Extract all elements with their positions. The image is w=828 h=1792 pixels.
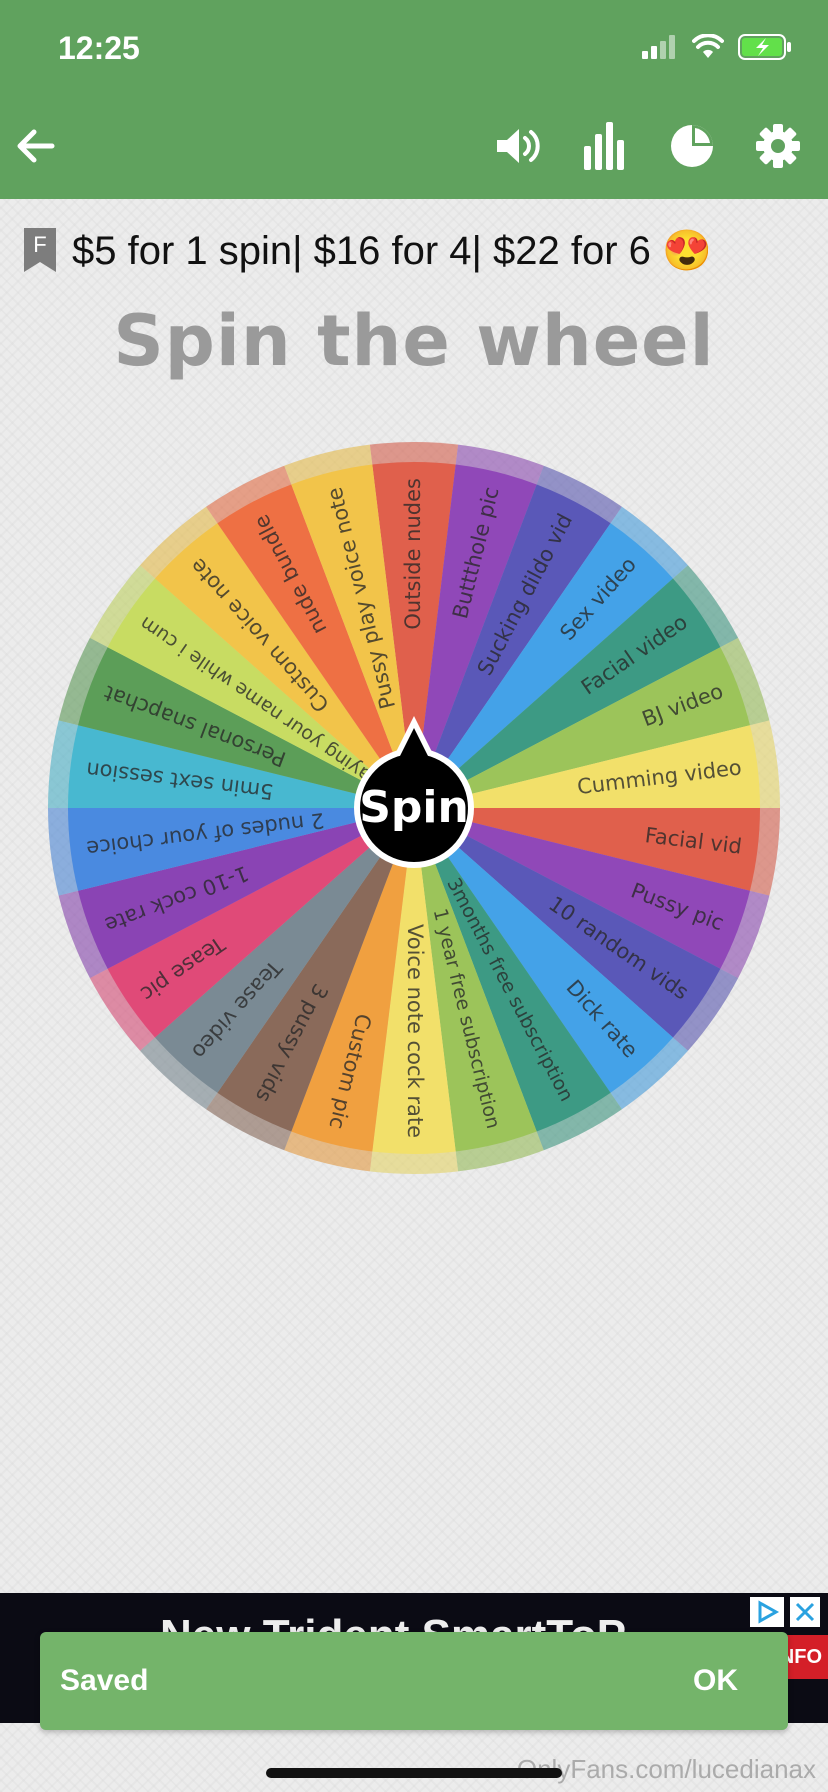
- prize-wheel[interactable]: Outside nudes Buttthole picSucking dildo …: [40, 434, 788, 1182]
- pie-chart-button[interactable]: [664, 118, 720, 174]
- battery-icon: [738, 34, 791, 60]
- page-title: Spin the wheel: [113, 300, 715, 382]
- status-time: 12:25: [58, 30, 140, 66]
- close-ad-icon[interactable]: [790, 1597, 820, 1627]
- home-indicator[interactable]: [266, 1768, 562, 1778]
- back-button[interactable]: [8, 118, 64, 174]
- spin-button-label: Spin: [359, 782, 469, 833]
- wheel-segment-label: Voice note cock rate: [403, 924, 427, 1138]
- pie-chart-icon: [671, 125, 713, 167]
- sound-button[interactable]: [491, 118, 547, 174]
- bookmark-badge-icon: F: [24, 228, 56, 272]
- bar-chart-icon: [584, 122, 624, 170]
- toast-message: Saved: [60, 1664, 149, 1697]
- pricing-text: $5 for 1 spin| $16 for 4| $22 for 6 😍: [72, 228, 712, 273]
- app-header: 12:25: [0, 0, 828, 199]
- settings-button[interactable]: [750, 118, 806, 174]
- speaker-icon: [497, 129, 540, 163]
- arrow-left-icon: [17, 129, 55, 163]
- toast-ok-button[interactable]: OK: [693, 1664, 738, 1698]
- wheel-segment-label: Outside nudes: [401, 478, 425, 630]
- status-icons: [642, 34, 792, 60]
- stats-button[interactable]: [576, 118, 632, 174]
- watermark: OnlyFans.com/lucedianax: [516, 1754, 816, 1784]
- signal-icon: [642, 35, 675, 59]
- gear-icon: [756, 124, 800, 168]
- wifi-icon: [692, 34, 724, 58]
- pricing-banner: F $5 for 1 spin| $16 for 4| $22 for 6 😍: [22, 222, 712, 278]
- ad-choices-icon[interactable]: [750, 1597, 784, 1627]
- svg-text:F: F: [33, 232, 46, 257]
- saved-toast: Saved OK: [40, 1632, 788, 1730]
- ad-choices[interactable]: [750, 1597, 820, 1627]
